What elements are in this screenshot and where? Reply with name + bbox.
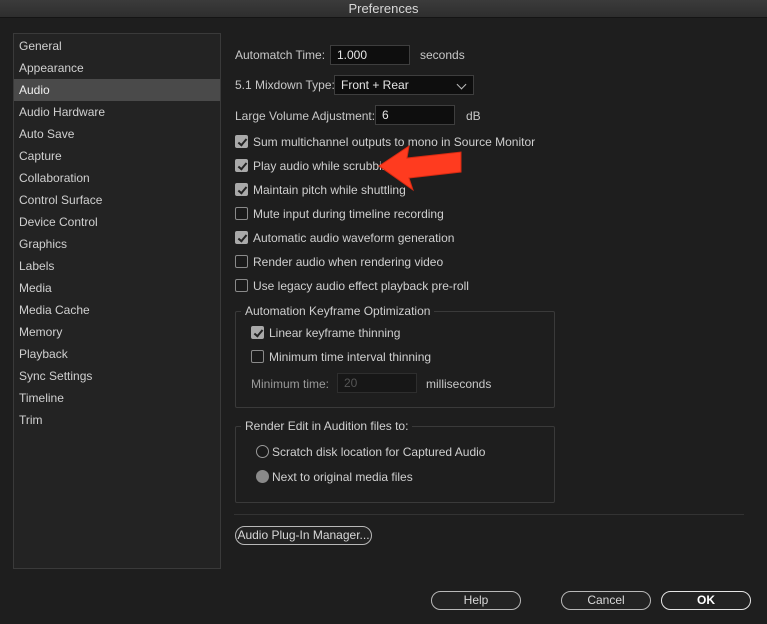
min-time-unit: milliseconds bbox=[426, 377, 492, 391]
radio-label: Next to original media files bbox=[272, 470, 413, 484]
radio-unselected-icon bbox=[256, 445, 269, 458]
sidebar-item-device-control[interactable]: Device Control bbox=[14, 211, 220, 233]
cancel-button[interactable]: Cancel bbox=[561, 591, 651, 610]
radio-label: Scratch disk location for Captured Audio bbox=[272, 445, 486, 459]
sidebar-item-media[interactable]: Media bbox=[14, 277, 220, 299]
sidebar-item-timeline[interactable]: Timeline bbox=[14, 387, 220, 409]
checkbox-unchecked-icon bbox=[251, 350, 264, 363]
ok-button[interactable]: OK bbox=[661, 591, 751, 610]
sidebar-item-appearance[interactable]: Appearance bbox=[14, 57, 220, 79]
min-time-input[interactable]: 20 bbox=[337, 373, 417, 393]
sidebar-item-capture[interactable]: Capture bbox=[14, 145, 220, 167]
render-audition-group: Render Edit in Audition files to: Scratc… bbox=[235, 419, 555, 503]
sidebar-item-sync-settings[interactable]: Sync Settings bbox=[14, 365, 220, 387]
checkbox-unchecked-icon bbox=[235, 207, 248, 220]
sidebar-item-audio-hardware[interactable]: Audio Hardware bbox=[14, 101, 220, 123]
help-button[interactable]: Help bbox=[431, 591, 521, 610]
checkbox-checked-icon bbox=[235, 183, 248, 196]
group-title: Automation Keyframe Optimization bbox=[241, 304, 435, 318]
automatch-time-unit: seconds bbox=[420, 48, 465, 62]
mixdown-type-value: Front + Rear bbox=[341, 78, 409, 92]
checkbox-label: Linear keyframe thinning bbox=[269, 326, 401, 340]
sidebar-item-media-cache[interactable]: Media Cache bbox=[14, 299, 220, 321]
checkbox-label: Use legacy audio effect playback pre-rol… bbox=[253, 279, 469, 293]
preferences-sidebar: General Appearance Audio Audio Hardware … bbox=[13, 33, 221, 569]
checkbox-unchecked-icon bbox=[235, 279, 248, 292]
sidebar-item-labels[interactable]: Labels bbox=[14, 255, 220, 277]
sidebar-item-control-surface[interactable]: Control Surface bbox=[14, 189, 220, 211]
sidebar-item-memory[interactable]: Memory bbox=[14, 321, 220, 343]
chevron-down-icon bbox=[456, 79, 467, 90]
large-volume-unit: dB bbox=[466, 109, 481, 123]
window-title: Preferences bbox=[0, 0, 767, 18]
sidebar-item-graphics[interactable]: Graphics bbox=[14, 233, 220, 255]
audio-plugin-manager-button[interactable]: Audio Plug-In Manager... bbox=[235, 526, 372, 545]
radio-selected-icon bbox=[256, 470, 269, 483]
checkbox-checked-icon bbox=[251, 326, 264, 339]
keyframe-optimization-group: Automation Keyframe Optimization Linear … bbox=[235, 304, 555, 408]
checkbox-label: Render audio when rendering video bbox=[253, 255, 444, 269]
mixdown-type-label: 5.1 Mixdown Type: bbox=[235, 78, 335, 92]
sidebar-item-general[interactable]: General bbox=[14, 35, 220, 57]
mixdown-type-select[interactable]: Front + Rear bbox=[334, 75, 474, 95]
sidebar-item-playback[interactable]: Playback bbox=[14, 343, 220, 365]
checkbox-checked-icon bbox=[235, 159, 248, 172]
checkbox-label: Automatic audio waveform generation bbox=[253, 231, 455, 245]
sidebar-item-auto-save[interactable]: Auto Save bbox=[14, 123, 220, 145]
large-volume-input[interactable]: 6 bbox=[375, 105, 455, 125]
checkbox-checked-icon bbox=[235, 231, 248, 244]
divider bbox=[234, 514, 744, 515]
checkbox-unchecked-icon bbox=[235, 255, 248, 268]
large-volume-label: Large Volume Adjustment: bbox=[235, 109, 376, 123]
automatch-time-label: Automatch Time: bbox=[235, 48, 326, 62]
checkbox-checked-icon bbox=[235, 135, 248, 148]
automatch-time-input[interactable]: 1.000 bbox=[330, 45, 410, 65]
sidebar-item-audio[interactable]: Audio bbox=[14, 79, 220, 101]
checkbox-label: Mute input during timeline recording bbox=[253, 207, 444, 221]
checkbox-label: Play audio while scrubbing bbox=[253, 159, 396, 173]
sidebar-item-trim[interactable]: Trim bbox=[14, 409, 220, 431]
red-arrow-icon bbox=[378, 144, 462, 192]
sidebar-item-collaboration[interactable]: Collaboration bbox=[14, 167, 220, 189]
min-time-label: Minimum time: bbox=[251, 377, 330, 391]
checkbox-label: Minimum time interval thinning bbox=[269, 350, 432, 364]
group-title: Render Edit in Audition files to: bbox=[241, 419, 413, 433]
